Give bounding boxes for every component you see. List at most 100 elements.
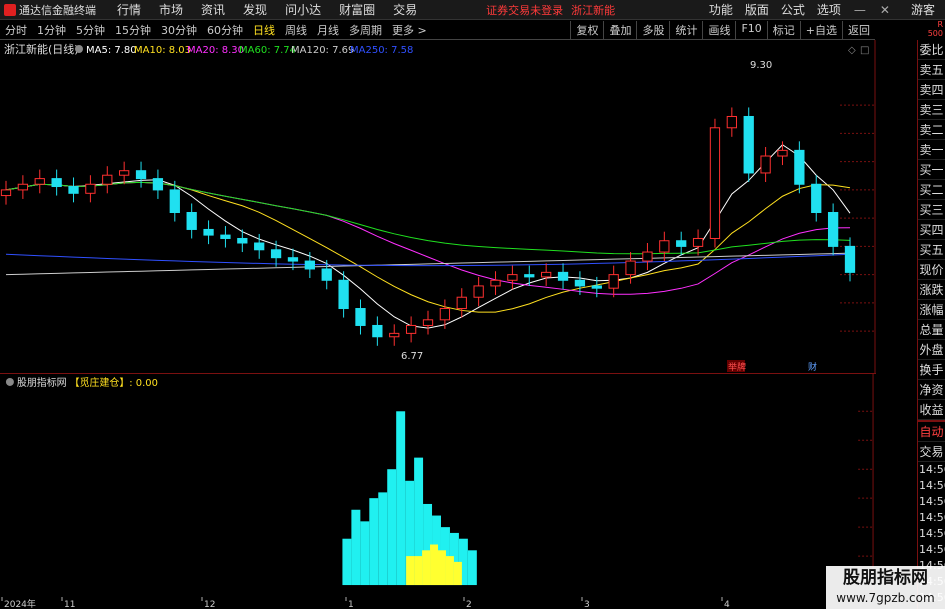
ma120-label: MA120: 7.69 [291, 45, 354, 56]
indicator-bar-cyan [351, 509, 361, 586]
settings-icon[interactable] [75, 45, 83, 53]
close-icon[interactable]: ✕ [873, 3, 897, 17]
menu-trade[interactable]: 交易 [384, 1, 426, 18]
candle-body[interactable] [777, 149, 788, 157]
candle-body[interactable] [102, 174, 113, 185]
candle-body[interactable] [186, 212, 197, 230]
candle-body[interactable] [405, 324, 417, 334]
candle-body[interactable] [85, 183, 96, 194]
finance-marker[interactable]: 财 [808, 361, 817, 373]
trade-label[interactable]: 交易 [918, 442, 945, 462]
tool-mark-button[interactable]: 标记 [766, 20, 800, 39]
tool-multi-button[interactable]: 多股 [636, 20, 669, 39]
candle-body[interactable] [642, 251, 653, 262]
candle-body[interactable] [473, 285, 484, 298]
menu-market[interactable]: 行情 [108, 1, 150, 18]
candle-body[interactable] [304, 260, 315, 270]
tool-add-watch-button[interactable]: +自选 [799, 20, 842, 39]
menu-markets[interactable]: 市场 [150, 1, 192, 18]
candle-body[interactable] [743, 115, 754, 174]
tool-stats-button[interactable]: 统计 [669, 20, 702, 39]
candle-body[interactable] [287, 257, 299, 262]
tool-f10-button[interactable]: F10 [735, 20, 766, 39]
candle-body[interactable] [17, 183, 29, 191]
candle-body[interactable] [355, 308, 366, 326]
candle-body[interactable] [456, 296, 467, 310]
candle-body[interactable] [203, 228, 214, 236]
candle-body[interactable] [135, 170, 147, 180]
candle-body[interactable] [541, 271, 552, 278]
candle-body[interactable] [439, 308, 451, 321]
period-tab[interactable]: 15分钟 [110, 22, 156, 38]
menu-layout[interactable]: 版面 [739, 1, 775, 18]
date-axis: 2024年 11 12 1 2 3 4 [1, 597, 730, 609]
period-tab[interactable]: 分时 [0, 22, 32, 38]
period-tab[interactable]: 多周期 [344, 22, 387, 38]
candle-body[interactable] [692, 237, 704, 247]
period-tab[interactable]: 月线 [312, 22, 344, 38]
menu-wealth[interactable]: 财富圈 [330, 1, 384, 18]
period-tab-daily[interactable]: 日线 [248, 22, 280, 38]
candle-body[interactable] [270, 249, 282, 259]
period-tab[interactable]: 30分钟 [156, 22, 202, 38]
candle-body[interactable] [811, 183, 822, 214]
candle-body[interactable] [68, 186, 79, 194]
period-tab[interactable]: 周线 [280, 22, 312, 38]
candle-body[interactable] [591, 285, 602, 289]
candle-body[interactable] [119, 170, 130, 176]
candle-body[interactable] [152, 178, 164, 191]
candle-body[interactable] [726, 115, 737, 129]
indicator-settings-icon[interactable] [5, 377, 14, 386]
candle-body[interactable] [254, 242, 265, 251]
candle-body[interactable] [574, 279, 586, 287]
guest-label[interactable]: 游客 [897, 1, 945, 18]
candle-body[interactable] [237, 237, 248, 244]
candle-body[interactable] [844, 245, 856, 273]
candle-body[interactable] [827, 212, 839, 247]
tool-adjust-button[interactable]: 复权 [570, 20, 603, 39]
tool-draw-button[interactable]: 画线 [702, 20, 735, 39]
indicator-chart[interactable]: 30.0025.0020.0015.0010.005.00 股朋指标网 【觅庄建… [0, 373, 876, 597]
candle-body[interactable] [34, 178, 45, 185]
period-tab[interactable]: 60分钟 [202, 22, 248, 38]
candle-body[interactable] [490, 279, 501, 287]
period-tab[interactable]: 1分钟 [32, 22, 71, 38]
indicator-bar-yellow [445, 556, 454, 586]
candle-body[interactable] [760, 155, 771, 174]
login-status[interactable]: 证券交易未登录 [486, 2, 563, 18]
menu-discover[interactable]: 发现 [234, 1, 276, 18]
diamond-icon[interactable]: ◇ [848, 45, 856, 56]
candle-body[interactable] [524, 274, 535, 278]
menu-formula[interactable]: 公式 [775, 1, 811, 18]
menu-function[interactable]: 功能 [703, 1, 739, 18]
candle-body[interactable] [709, 127, 721, 239]
candle-body[interactable] [794, 149, 805, 185]
menu-news[interactable]: 资讯 [192, 1, 234, 18]
menu-ask[interactable]: 问小达 [276, 1, 330, 18]
candle-body[interactable] [338, 279, 349, 310]
collapse-icon[interactable]: □ [860, 45, 869, 56]
candle-body[interactable] [507, 274, 518, 281]
period-tab[interactable]: 5分钟 [71, 22, 110, 38]
tool-back-button[interactable]: 返回 [842, 20, 875, 39]
auto-label[interactable]: 自动 [918, 422, 945, 442]
candle-body[interactable] [51, 178, 62, 188]
candle-body[interactable] [0, 189, 12, 197]
candle-body[interactable] [608, 274, 619, 289]
candle-body[interactable] [557, 271, 569, 281]
tool-overlay-button[interactable]: 叠加 [603, 20, 636, 39]
period-tab-more[interactable]: 更多 > [387, 22, 432, 38]
candle-body[interactable] [422, 319, 434, 326]
minimize-icon[interactable]: — [847, 3, 873, 17]
candle-body[interactable] [169, 189, 180, 214]
candle-body[interactable] [625, 260, 636, 276]
price-chart[interactable]: 9.008.758.508.258.007.757.507.257.00 浙江新… [0, 40, 876, 373]
menu-options[interactable]: 选项 [811, 1, 847, 18]
event-marker[interactable]: 举牌 [728, 361, 746, 373]
candle-body[interactable] [372, 324, 383, 338]
candle-body[interactable] [659, 240, 670, 253]
candle-body[interactable] [676, 240, 687, 247]
candle-body[interactable] [321, 268, 332, 281]
candle-body[interactable] [389, 332, 400, 338]
candle-body[interactable] [220, 234, 231, 239]
